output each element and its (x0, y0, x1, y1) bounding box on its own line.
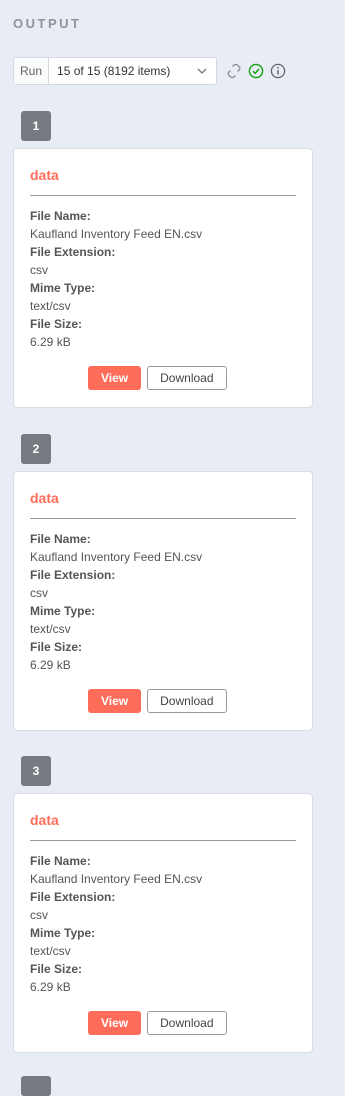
card-actions: View Download (88, 366, 227, 390)
card-actions: View Download (88, 1011, 227, 1035)
file-details: File Name: Kaufland Inventory Feed EN.cs… (30, 207, 202, 351)
info-icon[interactable] (270, 63, 286, 79)
file-name-value: Kaufland Inventory Feed EN.csv (30, 227, 203, 241)
run-row: Run 15 of 15 (8192 items) (13, 57, 286, 85)
file-extension-value: csv (30, 263, 48, 277)
binary-data-card: data File Name: Kaufland Inventory Feed … (13, 793, 313, 1053)
file-size-label: File Size: (30, 317, 83, 331)
item-index-badge: 2 (21, 434, 51, 464)
file-name-label: File Name: (30, 532, 91, 546)
file-extension-label: File Extension: (30, 568, 116, 582)
card-actions: View Download (88, 689, 227, 713)
binary-data-card: data File Name: Kaufland Inventory Feed … (13, 148, 313, 408)
check-circle-icon (248, 63, 264, 79)
download-button[interactable]: Download (147, 366, 227, 390)
card-divider (30, 840, 296, 841)
panel-title: OUTPUT (13, 16, 82, 31)
card-title: data (30, 167, 59, 183)
link-refresh-icon[interactable] (226, 63, 242, 79)
chevron-down-icon (197, 68, 207, 74)
run-status-icons (226, 63, 286, 79)
file-extension-label: File Extension: (30, 245, 116, 259)
file-extension-value: csv (30, 586, 48, 600)
card-divider (30, 195, 296, 196)
file-name-label: File Name: (30, 854, 91, 868)
card-divider (30, 518, 296, 519)
item-index-badge-partial (21, 1076, 51, 1096)
view-button[interactable]: View (88, 689, 142, 713)
file-name-value: Kaufland Inventory Feed EN.csv (30, 872, 203, 886)
binary-data-card: data File Name: Kaufland Inventory Feed … (13, 471, 313, 731)
download-button[interactable]: Download (147, 689, 227, 713)
run-value: 15 of 15 (8192 items) (57, 64, 171, 78)
mime-type-value: text/csv (30, 944, 71, 958)
mime-type-label: Mime Type: (30, 926, 96, 940)
view-button[interactable]: View (88, 366, 142, 390)
file-name-label: File Name: (30, 209, 91, 223)
card-title: data (30, 812, 59, 828)
item-index-badge: 3 (21, 756, 51, 786)
run-selector[interactable]: Run 15 of 15 (8192 items) (13, 57, 217, 85)
mime-type-label: Mime Type: (30, 281, 96, 295)
mime-type-value: text/csv (30, 622, 71, 636)
view-button[interactable]: View (88, 1011, 142, 1035)
file-name-value: Kaufland Inventory Feed EN.csv (30, 550, 203, 564)
file-size-label: File Size: (30, 962, 83, 976)
file-extension-value: csv (30, 908, 48, 922)
file-size-value: 6.29 kB (30, 335, 71, 349)
download-button[interactable]: Download (147, 1011, 227, 1035)
file-size-label: File Size: (30, 640, 83, 654)
run-dropdown[interactable]: 15 of 15 (8192 items) (49, 58, 216, 84)
run-label: Run (14, 58, 50, 84)
mime-type-label: Mime Type: (30, 604, 96, 618)
file-details: File Name: Kaufland Inventory Feed EN.cs… (30, 852, 202, 996)
item-index-badge: 1 (21, 111, 51, 141)
mime-type-value: text/csv (30, 299, 71, 313)
file-details: File Name: Kaufland Inventory Feed EN.cs… (30, 530, 202, 674)
file-extension-label: File Extension: (30, 890, 116, 904)
card-title: data (30, 490, 59, 506)
file-size-value: 6.29 kB (30, 980, 71, 994)
file-size-value: 6.29 kB (30, 658, 71, 672)
